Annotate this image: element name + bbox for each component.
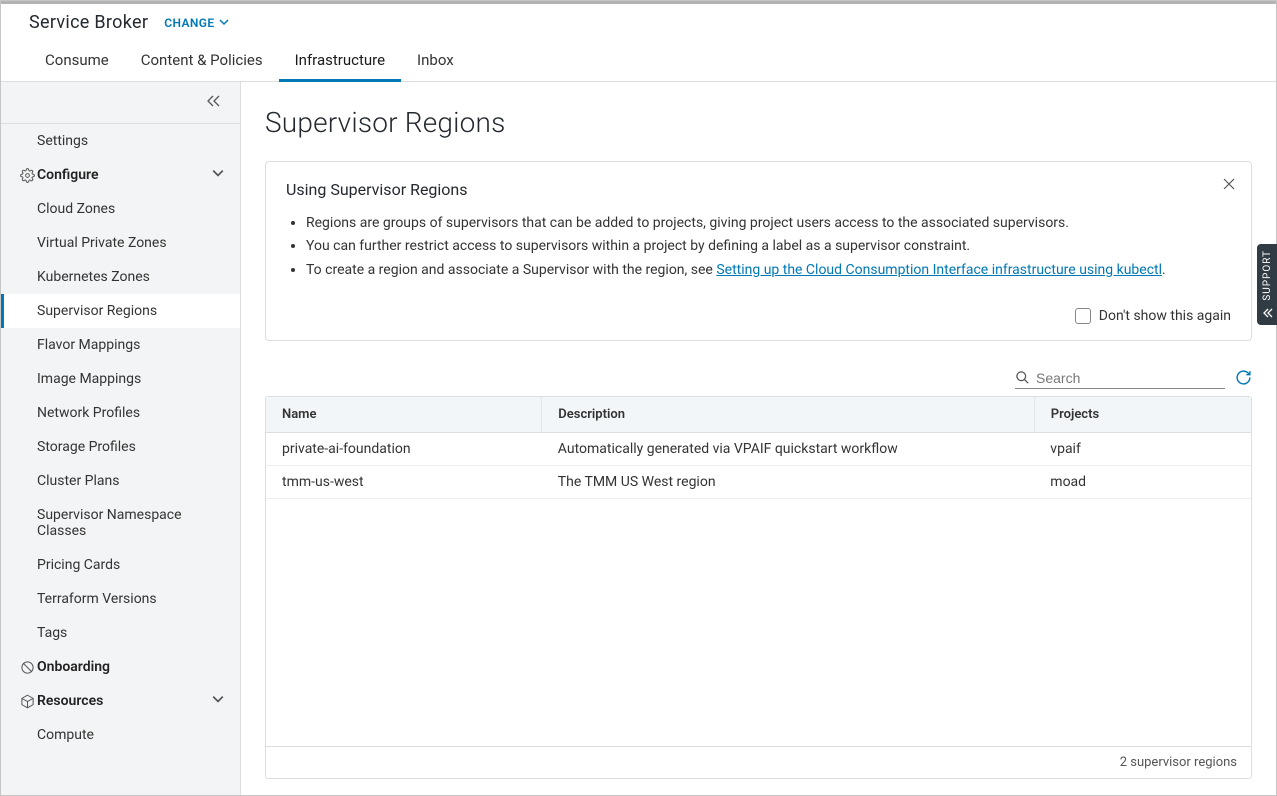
sidebar-item-image-mappings[interactable]: Image Mappings	[1, 362, 240, 396]
sidebar-item-kubernetes-zones[interactable]: Kubernetes Zones	[1, 260, 240, 294]
info-card-title: Using Supervisor Regions	[286, 180, 1231, 199]
sidebar: Settings Configure Cloud Zones Virtual P…	[1, 82, 241, 795]
chevron-down-icon	[212, 693, 224, 709]
tab-inbox[interactable]: Inbox	[401, 41, 470, 81]
close-icon[interactable]	[1223, 176, 1235, 194]
sidebar-item-pricing-cards[interactable]: Pricing Cards	[1, 548, 240, 582]
search-input[interactable]	[1036, 370, 1225, 386]
column-header-description[interactable]: Description	[542, 397, 1035, 433]
info-bullet: Regions are groups of supervisors that c…	[306, 213, 1231, 233]
sidebar-item-virtual-private-zones[interactable]: Virtual Private Zones	[1, 226, 240, 260]
change-label: CHANGE	[164, 16, 214, 30]
tab-infrastructure[interactable]: Infrastructure	[279, 41, 401, 81]
column-header-name[interactable]: Name	[266, 397, 542, 433]
app-title: Service Broker	[29, 12, 148, 33]
table-footer-count: 2 supervisor regions	[266, 746, 1251, 778]
refresh-button[interactable]	[1235, 369, 1252, 390]
cell-description: Automatically generated via VPAIF quicks…	[542, 432, 1035, 465]
sidebar-section-resources[interactable]: Resources	[1, 684, 240, 718]
sidebar-item-settings[interactable]: Settings	[1, 124, 240, 158]
info-bullet: You can further restrict access to super…	[306, 236, 1231, 256]
sidebar-section-label: Resources	[37, 693, 212, 709]
gear-icon	[17, 168, 37, 183]
page-title: Supervisor Regions	[265, 106, 1252, 139]
support-label: SUPPORT	[1262, 250, 1273, 301]
sidebar-item-cluster-plans[interactable]: Cluster Plans	[1, 464, 240, 498]
sidebar-item-cloud-zones[interactable]: Cloud Zones	[1, 192, 240, 226]
cell-name: private-ai-foundation	[266, 432, 542, 465]
no-entry-icon	[17, 660, 37, 675]
cell-name: tmm-us-west	[266, 465, 542, 498]
sidebar-item-terraform-versions[interactable]: Terraform Versions	[1, 582, 240, 616]
chevron-down-icon	[212, 167, 224, 183]
info-bullet-text: To create a region and associate a Super…	[306, 262, 716, 278]
main-content: Supervisor Regions Using Supervisor Regi…	[241, 82, 1276, 795]
table-row[interactable]: tmm-us-west The TMM US West region moad	[266, 465, 1251, 498]
dont-show-checkbox[interactable]	[1075, 308, 1091, 324]
primary-tabs: Consume Content & Policies Infrastructur…	[1, 41, 1276, 82]
cell-description: The TMM US West region	[542, 465, 1035, 498]
refresh-icon	[1235, 369, 1252, 386]
chevron-down-icon	[219, 16, 229, 30]
search-icon	[1015, 370, 1030, 385]
cell-projects: moad	[1034, 465, 1251, 498]
sidebar-item-tags[interactable]: Tags	[1, 616, 240, 650]
sidebar-collapse-bar	[1, 82, 240, 124]
chevron-left-double-icon	[1261, 307, 1273, 319]
info-bullet: To create a region and associate a Super…	[306, 260, 1231, 280]
sidebar-item-flavor-mappings[interactable]: Flavor Mappings	[1, 328, 240, 362]
cube-icon	[17, 694, 37, 709]
sidebar-item-network-profiles[interactable]: Network Profiles	[1, 396, 240, 430]
sidebar-section-label: Onboarding	[37, 659, 224, 675]
sidebar-section-onboarding[interactable]: Onboarding	[1, 650, 240, 684]
tab-consume[interactable]: Consume	[29, 41, 125, 81]
info-doc-link[interactable]: Setting up the Cloud Consumption Interfa…	[716, 262, 1162, 278]
collapse-sidebar-icon[interactable]	[206, 94, 222, 112]
info-card: Using Supervisor Regions Regions are gro…	[265, 161, 1252, 341]
cell-projects: vpaif	[1034, 432, 1251, 465]
tab-content-policies[interactable]: Content & Policies	[125, 41, 279, 81]
regions-table: Name Description Projects private-ai-fou…	[265, 396, 1252, 779]
sidebar-section-configure[interactable]: Configure	[1, 158, 240, 192]
search-field[interactable]	[1015, 370, 1225, 389]
support-tab[interactable]: SUPPORT	[1257, 244, 1277, 325]
dont-show-label: Don't show this again	[1099, 308, 1231, 324]
change-service-link[interactable]: CHANGE	[164, 16, 228, 30]
top-header: Service Broker CHANGE	[1, 1, 1276, 33]
info-bullet-suffix: .	[1162, 262, 1166, 278]
sidebar-item-supervisor-namespace-classes[interactable]: Supervisor Namespace Classes	[1, 498, 240, 548]
sidebar-item-supervisor-regions[interactable]: Supervisor Regions	[1, 294, 240, 328]
sidebar-item-storage-profiles[interactable]: Storage Profiles	[1, 430, 240, 464]
table-row[interactable]: private-ai-foundation Automatically gene…	[266, 432, 1251, 465]
column-header-projects[interactable]: Projects	[1034, 397, 1251, 433]
sidebar-item-compute[interactable]: Compute	[1, 718, 240, 752]
sidebar-section-label: Configure	[37, 167, 212, 183]
